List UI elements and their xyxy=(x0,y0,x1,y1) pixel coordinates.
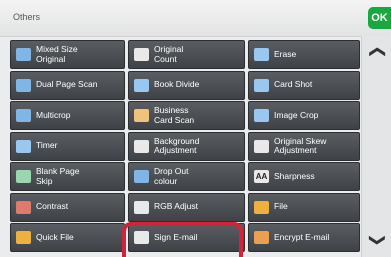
image-crop-button[interactable]: Image Crop xyxy=(248,101,360,130)
button-label: Original Count xyxy=(154,44,184,64)
button-label: Dual Page Scan xyxy=(36,79,98,90)
card-shot-button[interactable]: Card Shot xyxy=(248,70,360,100)
panel-title: Others xyxy=(13,12,41,22)
multicrop-icon xyxy=(16,109,31,122)
business-card-scan-button[interactable]: Business Card Scan xyxy=(128,101,245,130)
scroll-bar: ❮ ❮ xyxy=(361,36,391,257)
drop-out-colour-icon xyxy=(134,170,149,183)
chevron-down-icon[interactable]: ❮ xyxy=(367,229,387,251)
dual-page-scan-button[interactable]: Dual Page Scan xyxy=(10,70,125,100)
button-label: Multicrop xyxy=(36,109,71,120)
button-label: Background Adjustment xyxy=(154,135,200,155)
blank-page-skip-button[interactable]: Blank Page Skip xyxy=(10,162,125,191)
file-icon xyxy=(254,200,269,214)
quick-file-icon xyxy=(16,231,31,244)
file-button[interactable]: File xyxy=(248,192,360,222)
sharpness-button[interactable]: AA Sharpness xyxy=(248,162,360,191)
header-bar: Others OK xyxy=(0,0,391,37)
background-adjustment-button[interactable]: Background Adjustment xyxy=(128,131,245,161)
button-label: Sharpness xyxy=(274,170,315,181)
selection-highlight xyxy=(122,222,243,257)
multicrop-button[interactable]: Multicrop xyxy=(10,101,125,130)
button-label: Book Divide xyxy=(154,79,200,90)
timer-button[interactable]: Timer xyxy=(10,131,125,161)
button-label: Mixed Size Original xyxy=(36,44,78,64)
background-adjust-icon xyxy=(134,139,149,153)
timer-icon xyxy=(16,139,31,153)
drop-out-colour-button[interactable]: Drop Out colour xyxy=(128,162,245,191)
button-label: File xyxy=(274,201,288,212)
button-label: Card Shot xyxy=(274,79,313,90)
button-label: Image Crop xyxy=(274,109,319,120)
quick-file-button[interactable]: Quick File xyxy=(10,223,125,252)
dual-page-icon xyxy=(16,78,31,92)
button-label: Timer xyxy=(36,140,58,151)
book-divide-icon xyxy=(134,78,149,92)
business-card-icon xyxy=(134,109,149,122)
skew-adjust-icon xyxy=(254,139,269,153)
button-label: Original Skew Adjustment xyxy=(274,135,327,155)
sharpness-icon: AA xyxy=(254,170,269,183)
blank-page-skip-icon xyxy=(16,170,31,183)
button-label: Blank Page Skip xyxy=(36,166,80,186)
others-panel: Others OK Mixed Size Original Original Co… xyxy=(0,0,391,257)
contrast-button[interactable]: Contrast xyxy=(10,192,125,222)
button-label: Business Card Scan xyxy=(154,105,195,125)
button-label: Drop Out colour xyxy=(154,166,189,186)
button-label: Quick File xyxy=(36,231,74,242)
button-label: RGB Adjust xyxy=(154,201,198,212)
rgb-adjust-button[interactable]: RGB Adjust xyxy=(128,192,245,222)
encrypt-e-mail-button[interactable]: Encrypt E-mail xyxy=(248,223,360,252)
mixed-size-icon xyxy=(16,48,31,61)
ok-button[interactable]: OK xyxy=(368,7,391,29)
mixed-size-original-button[interactable]: Mixed Size Original xyxy=(10,40,125,69)
erase-icon xyxy=(254,48,269,61)
image-crop-icon xyxy=(254,109,269,122)
button-label: Erase xyxy=(274,48,297,59)
original-count-icon xyxy=(134,48,149,61)
rgb-adjust-icon xyxy=(134,200,149,214)
book-divide-button[interactable]: Book Divide xyxy=(128,70,245,100)
erase-button[interactable]: Erase xyxy=(248,40,360,69)
button-label: Contrast xyxy=(36,201,69,212)
card-shot-icon xyxy=(254,78,269,92)
original-count-button[interactable]: Original Count xyxy=(128,40,245,69)
chevron-up-icon[interactable]: ❮ xyxy=(367,41,387,63)
button-label: Encrypt E-mail xyxy=(274,231,330,242)
contrast-icon xyxy=(16,200,31,214)
encrypt-email-icon xyxy=(254,231,269,244)
original-skew-adjustment-button[interactable]: Original Skew Adjustment xyxy=(248,131,360,161)
